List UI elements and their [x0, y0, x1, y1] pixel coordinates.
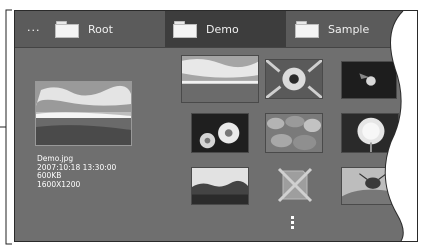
folder-icon — [295, 20, 319, 38]
folder-tab-bar: ... Root Demo Sample — [15, 11, 417, 48]
tab-sample-label: Sample — [328, 22, 370, 36]
more-items-indicator — [291, 216, 294, 231]
folder-icon — [55, 20, 79, 38]
cut-edge — [384, 11, 417, 241]
image-info: Demo.jpg 2007:10:18 13:30:00 600KB 1600X… — [37, 154, 116, 189]
tab-root[interactable]: Root — [51, 11, 164, 47]
thumbnail-landscape[interactable] — [181, 55, 259, 103]
image-resolution: 1600X1200 — [37, 179, 81, 189]
thumbnail-flower[interactable] — [265, 59, 323, 99]
file-browser-window: ... Root Demo Sample Demo.jpg 2007:10:18… — [14, 10, 418, 242]
tab-demo-label: Demo — [206, 22, 239, 36]
thumbnail-stones[interactable] — [265, 113, 323, 153]
more-tabs-button[interactable]: ... — [27, 21, 41, 34]
left-bracket — [0, 9, 12, 245]
thumbnail-trees[interactable] — [191, 167, 249, 205]
tab-demo[interactable]: Demo — [165, 11, 286, 47]
tab-root-label: Root — [88, 22, 113, 36]
thumbnail-unavailable[interactable] — [277, 165, 313, 205]
selected-image-preview — [35, 81, 132, 146]
folder-icon — [173, 20, 197, 38]
thumbnail-daisies[interactable] — [191, 113, 249, 153]
